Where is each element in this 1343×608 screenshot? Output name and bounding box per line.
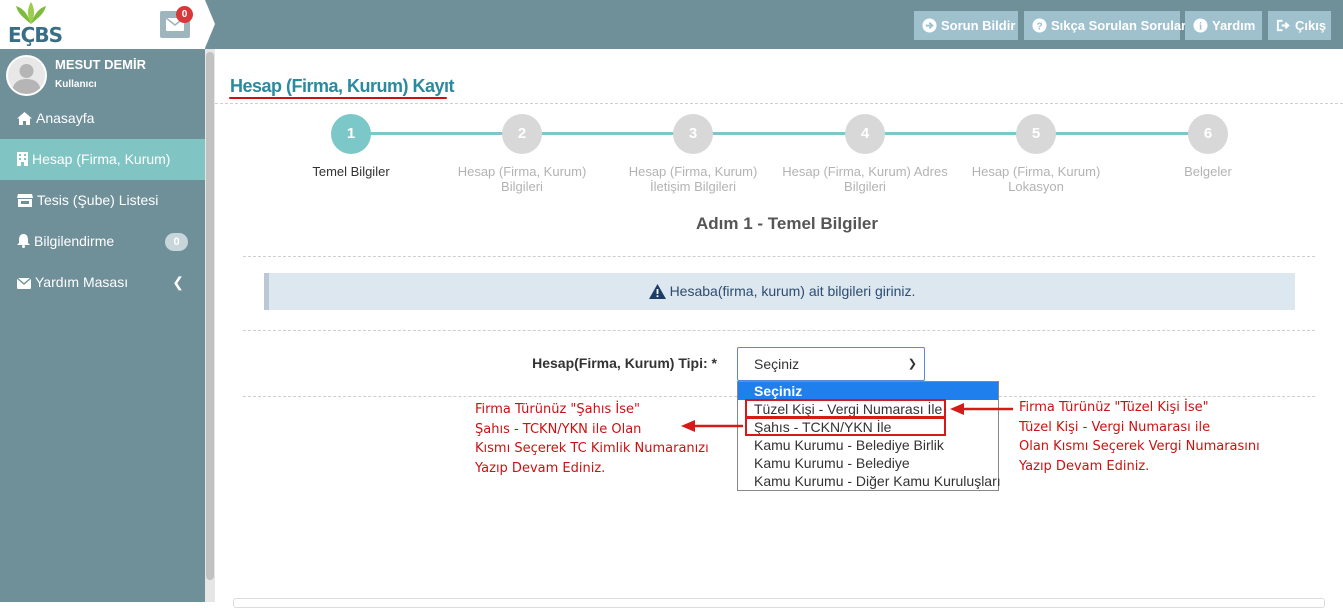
annotation-line: Tüzel Kişi - Vergi Numarası ile: [1019, 419, 1211, 435]
annotation-line: Yazıp Devam Ediniz.: [1019, 458, 1150, 474]
annotation-line: Şahıs - TCKN/YKN ile Olan: [475, 421, 642, 437]
annotation-arrows: [681, 403, 1013, 432]
corporate-annotation: Firma Türünüz "Tüzel Kişi İse" Tüzel Kiş…: [1019, 398, 1260, 476]
annotation-line: Firma Türünüz "Tüzel Kişi İse": [1019, 400, 1209, 415]
individual-annotation: Firma Türünüz "Şahıs İse" Şahıs - TCKN/Y…: [475, 400, 709, 478]
annotation-line: Firma Türünüz "Şahıs İse": [475, 402, 640, 417]
annotation-line: Yazıp Devam Ediniz.: [475, 460, 606, 476]
arrowhead-icon: [950, 403, 964, 415]
annotation-line: Olan Kısmı Seçerek Vergi Numarasını: [1019, 439, 1260, 454]
bottom-card: [233, 598, 1325, 608]
annotation-line: Kısmı Seçerek TC Kimlik Numaranızı: [475, 441, 709, 456]
